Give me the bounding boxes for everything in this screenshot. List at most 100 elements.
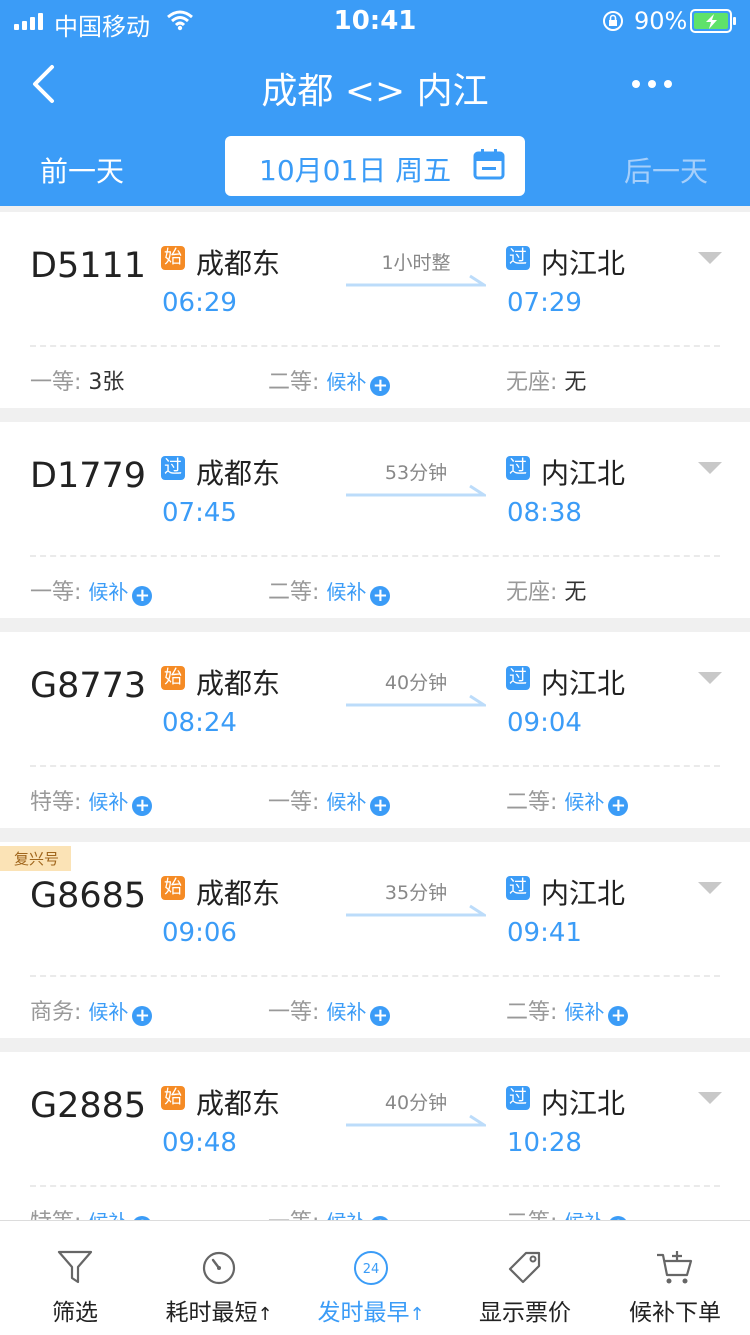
seat-class-label: 一等: — [30, 580, 82, 605]
departure-time: 07:45 — [162, 498, 237, 528]
divider — [30, 1185, 720, 1187]
seat-class-label: 一等: — [30, 370, 82, 395]
orientation-lock-icon — [603, 11, 623, 31]
seat-availability[interactable]: 商务: 候补 + — [30, 994, 153, 1026]
direction-arrow-icon — [346, 274, 486, 287]
svg-text:24: 24 — [363, 1262, 380, 1277]
seat-availability[interactable]: 二等: 候补+ — [268, 574, 391, 606]
seat-class-label: 二等: — [506, 790, 558, 815]
departure-station: 成都东 — [196, 247, 281, 280]
seat-availability: 无座: 无 — [506, 364, 586, 396]
plus-circle-icon[interactable]: + — [132, 796, 153, 816]
origin-badge: 始 — [161, 246, 185, 270]
waitlist-link[interactable]: 候补 — [326, 1000, 366, 1024]
chevron-down-icon[interactable] — [698, 672, 722, 686]
date-picker[interactable]: 10月01日 周五 — [225, 136, 525, 196]
seat-class-label: 无座: — [506, 580, 558, 605]
tab-label: 候补下单 — [629, 1300, 721, 1326]
plus-circle-icon[interactable]: + — [370, 586, 391, 606]
bottom-toolbar: 筛选 耗时最短↑ 24 发时最早↑ 显示票价 候补下单 — [0, 1220, 750, 1335]
chevron-down-icon[interactable] — [698, 882, 722, 896]
plus-circle-icon[interactable]: + — [370, 796, 391, 816]
seat-class-label: 一等: — [268, 1000, 320, 1025]
chevron-down-icon[interactable] — [698, 1092, 722, 1106]
arrival-badge: 过 — [506, 456, 530, 480]
direction-arrow-icon — [346, 1114, 486, 1127]
seat-availability[interactable]: 二等: 候补+ — [268, 364, 391, 396]
train-card[interactable]: D1779 过成都东 07:45 53分钟过内江北 08:38 一等: 候补 + 二等: 候补… — [0, 422, 750, 618]
clock-24-icon: 24 — [354, 1251, 388, 1285]
train-number: G8773 — [30, 666, 147, 706]
plus-circle-icon[interactable]: + — [132, 586, 153, 606]
tab-label: 显示票价 — [479, 1300, 571, 1326]
train-card[interactable]: G2885始成都东09:4840分钟过内江北10:28特等: 候补+一等: 候补… — [0, 1052, 750, 1248]
tab-show-price[interactable]: 显示票价 — [450, 1221, 600, 1335]
next-day-button[interactable]: 后一天 — [624, 150, 708, 190]
arrival-station: 内江北 — [541, 1087, 626, 1120]
seat-availability[interactable]: 二等: 候补+ — [506, 784, 629, 816]
tab-earliest-departure[interactable]: 24 发时最早↑ — [296, 1221, 446, 1335]
waitlist-link[interactable]: 候补 — [88, 790, 128, 814]
seat-availability[interactable]: 特等: 候补+ — [30, 784, 153, 816]
duration: 1小时整 — [381, 252, 451, 274]
arrival-badge: 过 — [506, 246, 530, 270]
divider — [30, 765, 720, 767]
selected-date: 10月01日 周五 — [259, 154, 452, 187]
divider — [30, 975, 720, 977]
plus-circle-icon[interactable]: + — [608, 796, 629, 816]
departure-station: 成都东 — [196, 667, 281, 700]
departure-time: 09:06 — [162, 918, 237, 948]
price-tag-icon — [508, 1251, 541, 1284]
more-icon[interactable] — [632, 80, 672, 88]
tab-waitlist-order[interactable]: 候补下单 — [600, 1221, 750, 1335]
seat-availability[interactable]: 一等: 候补+ — [268, 994, 391, 1026]
waitlist-link[interactable]: 候补 — [326, 370, 366, 394]
plus-circle-icon[interactable]: + — [132, 1006, 153, 1026]
direction-arrow-icon — [346, 904, 486, 917]
seat-class-label: 无座: — [506, 370, 558, 395]
waitlist-link[interactable]: 候补 — [564, 1000, 604, 1024]
chevron-down-icon[interactable] — [698, 252, 722, 266]
previous-day-button[interactable]: 前一天 — [40, 150, 124, 190]
tab-filter[interactable]: 筛选 — [0, 1221, 150, 1335]
duration: 35分钟 — [384, 882, 448, 904]
direction-arrow-icon — [346, 484, 486, 497]
duration: 53分钟 — [384, 462, 448, 484]
departure-time: 06:29 — [162, 288, 237, 318]
nav-bar: 成都 <> 内江 — [0, 40, 750, 130]
plus-circle-icon[interactable]: + — [370, 376, 391, 396]
waitlist-link[interactable]: 候补 — [326, 790, 366, 814]
tab-shortest-duration[interactable]: 耗时最短↑ — [144, 1221, 294, 1335]
seat-class-label: 一等: — [268, 790, 320, 815]
train-card[interactable]: G8773 始成都东 08:24 40分钟过内江北 09:04 特等: 候补 + 一等: 候补… — [0, 632, 750, 828]
cart-plus-icon — [657, 1251, 693, 1284]
departure-station: 成都东 — [196, 1087, 281, 1120]
chevron-down-icon[interactable] — [698, 462, 722, 476]
waitlist-link[interactable]: 候补 — [564, 790, 604, 814]
status-bar: 中国移动 10:41 90% — [0, 0, 750, 41]
seat-count: 3张 — [88, 370, 125, 395]
page-title: 成都 <> 内江 — [261, 71, 489, 112]
train-card[interactable]: 复兴号 G8685 始成都东 09:06 35分钟过内江北 09:41 商务: 候补 + 一等:… — [0, 842, 750, 1038]
seat-class-label: 特等: — [30, 790, 82, 815]
seat-availability[interactable]: 二等: 候补+ — [506, 994, 629, 1026]
waitlist-link[interactable]: 候补 — [88, 1000, 128, 1024]
duration: 40分钟 — [384, 672, 448, 694]
arrival-time: 10:28 — [507, 1128, 582, 1158]
seat-count: 无 — [564, 580, 587, 605]
plus-circle-icon[interactable]: + — [370, 1006, 391, 1026]
waitlist-link[interactable]: 候补 — [326, 580, 366, 604]
seat-availability[interactable]: 一等: 候补+ — [30, 574, 153, 606]
train-card[interactable]: D5111 始成都东 06:29 1小时整 过内江北 07:29 一等: 3张 二等: 候补 +… — [0, 212, 750, 408]
arrival-station: 内江北 — [541, 877, 626, 910]
departure-station: 成都东 — [196, 877, 281, 910]
departure-station: 成都东 — [196, 457, 281, 490]
plus-circle-icon[interactable]: + — [608, 1006, 629, 1026]
date-bar: 前一天 10月01日 周五 后一天 — [0, 130, 750, 206]
battery-icon — [690, 9, 736, 33]
waitlist-link[interactable]: 候补 — [88, 580, 128, 604]
seat-availability[interactable]: 一等: 候补+ — [268, 784, 391, 816]
seat-class-label: 二等: — [268, 580, 320, 605]
departure-time: 08:24 — [162, 708, 237, 738]
seat-class-label: 商务: — [30, 1000, 82, 1025]
